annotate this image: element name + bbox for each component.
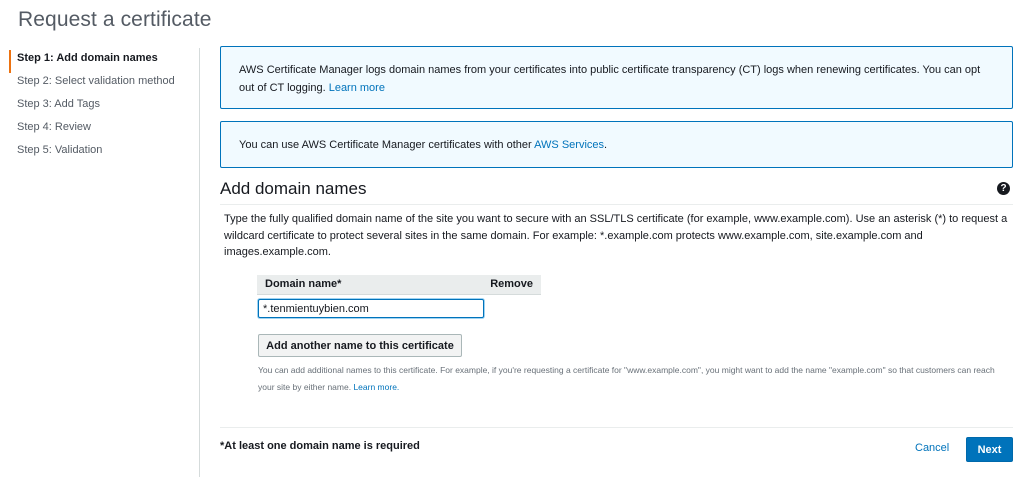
hint-learn-more-link[interactable]: Learn more. — [353, 382, 399, 392]
aws-services-info-box: You can use AWS Certificate Manager cert… — [220, 121, 1013, 168]
sidebar-divider — [199, 48, 200, 477]
section-description: Type the fully qualified domain name of … — [224, 213, 1008, 258]
question-circle-icon[interactable]: ? — [997, 182, 1010, 195]
step-add-tags[interactable]: Step 3: Add Tags — [9, 96, 199, 119]
page-title: Request a certificate — [18, 8, 212, 31]
ct-logging-info-box: AWS Certificate Manager logs domain name… — [220, 46, 1013, 109]
step-validation[interactable]: Step 5: Validation — [9, 142, 199, 165]
remove-column-header: Remove — [490, 278, 533, 290]
add-another-name-button[interactable]: Add another name to this certificate — [258, 334, 462, 357]
section-divider — [220, 204, 1013, 205]
domain-name-input[interactable] — [258, 299, 484, 318]
aws-services-link[interactable]: AWS Services — [534, 139, 604, 151]
domain-names-table: Domain name* Remove — [257, 275, 541, 295]
additional-names-hint: You can add additional names to this cer… — [258, 362, 1003, 396]
step-review[interactable]: Step 4: Review — [9, 119, 199, 142]
footer-divider — [220, 427, 1013, 428]
domain-table-header: Domain name* Remove — [257, 275, 541, 295]
required-note: *At least one domain name is required — [220, 440, 420, 452]
cancel-link[interactable]: Cancel — [915, 442, 949, 454]
step-add-domain-names[interactable]: Step 1: Add domain names — [9, 50, 199, 73]
section-title: Add domain names — [220, 179, 367, 198]
domain-name-column-header: Domain name* — [265, 278, 342, 290]
ct-learn-more-link[interactable]: Learn more — [329, 82, 385, 94]
step-select-validation-method[interactable]: Step 2: Select validation method — [9, 73, 199, 96]
next-button[interactable]: Next — [966, 437, 1013, 462]
wizard-steps-nav: Step 1: Add domain names Step 2: Select … — [9, 50, 199, 165]
aws-services-suffix: . — [604, 139, 608, 151]
aws-services-text: You can use AWS Certificate Manager cert… — [239, 139, 532, 151]
